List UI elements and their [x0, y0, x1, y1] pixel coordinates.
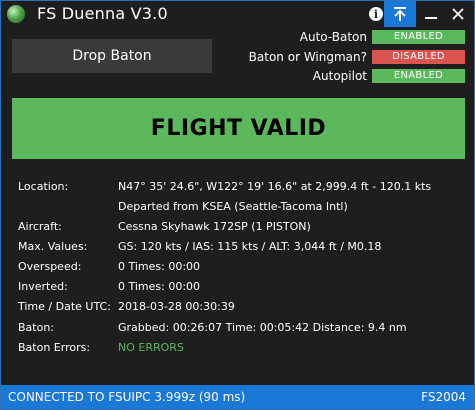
title-bar[interactable]: FS Duenna V3.0 i [1, 1, 474, 28]
auto-baton-toggle[interactable]: ENABLED [372, 30, 465, 44]
inverted-label: Inverted: [18, 280, 68, 293]
drop-baton-button[interactable]: Drop Baton [12, 39, 212, 73]
time-date-value: 2018-03-28 00:30:39 [118, 300, 235, 313]
max-values-label: Max. Values: [18, 240, 88, 253]
close-button[interactable] [444, 1, 472, 27]
app-window: FS Duenna V3.0 i Drop Baton Auto-Baton E… [0, 0, 475, 410]
aircraft-label: Aircraft: [18, 220, 62, 233]
overspeed-value: 0 Times: 00:00 [118, 260, 201, 273]
aircraft-value: Cessna Skyhawk 172SP (1 PISTON) [118, 220, 311, 233]
flight-status-banner: FLIGHT VALID [12, 98, 465, 159]
connection-status: CONNECTED TO FSUIPC 3.999z (90 ms) [8, 390, 246, 404]
toggle-label: Autopilot [312, 69, 367, 83]
toggle-autopilot: Autopilot ENABLED [201, 68, 471, 84]
overspeed-label: Overspeed: [18, 260, 82, 273]
close-icon [452, 8, 464, 20]
baton-value: Grabbed: 00:26:07 Time: 00:05:42 Distanc… [118, 321, 407, 334]
departure-value: Departed from KSEA (Seattle-Tacoma Intl) [118, 200, 348, 213]
autopilot-toggle[interactable]: ENABLED [372, 69, 465, 83]
window-title: FS Duenna V3.0 [37, 4, 168, 23]
pin-top-icon [394, 7, 406, 21]
toggle-baton-or-wingman: Baton or Wingman? DISABLED [201, 49, 471, 65]
minimize-button[interactable] [417, 1, 445, 27]
toggle-label: Baton or Wingman? [248, 50, 367, 64]
baton-label: Baton: [18, 321, 55, 334]
baton-or-wingman-toggle[interactable]: DISABLED [372, 50, 465, 64]
inverted-value: 0 Times: 00:00 [118, 280, 201, 293]
location-value: N47° 35' 24.6", W122° 19' 16.6" at 2,999… [118, 180, 432, 193]
minimize-icon [425, 17, 437, 19]
info-icon: i [369, 7, 383, 21]
status-bar: CONNECTED TO FSUIPC 3.999z (90 ms) FS200… [1, 385, 474, 409]
location-label: Location: [18, 180, 69, 193]
toggle-auto-baton: Auto-Baton ENABLED [201, 29, 471, 45]
pin-on-top-button[interactable] [384, 1, 416, 27]
app-globe-icon [7, 5, 25, 23]
time-date-label: Time / Date UTC: [18, 300, 111, 313]
max-values-value: GS: 120 kts / IAS: 115 kts / ALT: 3,044 … [118, 240, 382, 253]
baton-errors-label: Baton Errors: [18, 341, 91, 354]
baton-errors-value: NO ERRORS [118, 341, 184, 354]
toggle-label: Auto-Baton [299, 30, 367, 44]
simulator-version: FS2004 [421, 390, 466, 404]
